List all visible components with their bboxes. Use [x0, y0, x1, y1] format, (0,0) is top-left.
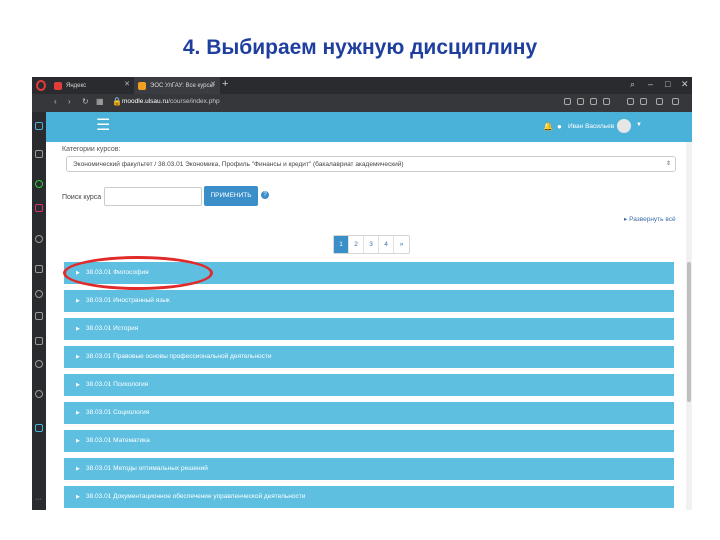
- forward-icon[interactable]: ›: [68, 97, 71, 106]
- vpn-icon[interactable]: [35, 424, 43, 432]
- messages-icon[interactable]: ●: [557, 122, 562, 131]
- course-row[interactable]: ▶ 38.03.01 Документационное обеспечение у…: [64, 486, 674, 508]
- pagination: 1 2 3 4 »: [333, 235, 410, 254]
- expand-all-link[interactable]: ▸ Развернуть всё: [624, 215, 676, 223]
- tab-label: ЭОС УлГАУ: Все курсы: [150, 82, 214, 89]
- search-input[interactable]: [104, 187, 202, 206]
- course-row[interactable]: ▶ 38.03.01 История: [64, 318, 674, 340]
- course-row[interactable]: ▶ 38.03.01 Психология: [64, 374, 674, 396]
- course-title: 38.03.01 Психология: [86, 381, 149, 388]
- course-title: 38.03.01 Правовые основы профессионально…: [86, 353, 272, 360]
- history-icon[interactable]: [35, 290, 43, 298]
- hamburger-menu-icon[interactable]: ☰: [96, 118, 110, 134]
- category-select[interactable]: Экономический факультет / 38.03.01 Эконо…: [66, 156, 676, 172]
- maximize-icon[interactable]: □: [665, 79, 670, 89]
- box-icon[interactable]: [35, 337, 43, 345]
- camera-icon[interactable]: [564, 98, 571, 105]
- favorites-icon[interactable]: [35, 265, 43, 273]
- notifications-icon[interactable]: 🔔: [543, 122, 553, 131]
- expand-icon: ▶: [76, 298, 80, 304]
- apply-button[interactable]: ПРИМЕНИТЬ: [204, 186, 258, 206]
- category-selected-value: Экономический факультет / 38.03.01 Эконо…: [73, 161, 404, 168]
- reload-icon[interactable]: ↻: [82, 97, 89, 106]
- course-title: 38.03.01 Документационное обеспечение уп…: [86, 493, 306, 500]
- expand-icon: ▶: [76, 354, 80, 360]
- menu-icon[interactable]: [672, 98, 679, 105]
- expand-all-label: Развернуть всё: [629, 216, 676, 223]
- tips-icon[interactable]: [35, 390, 43, 398]
- player-icon[interactable]: [35, 235, 43, 243]
- page-link[interactable]: 3: [364, 236, 379, 253]
- avatar[interactable]: [617, 119, 631, 133]
- next-page-link[interactable]: »: [394, 236, 409, 253]
- course-title: 38.03.01 Математика: [86, 437, 150, 444]
- snapshot-icon[interactable]: [627, 98, 634, 105]
- minimize-icon[interactable]: –: [648, 79, 653, 89]
- url-host: moodle.ulsau.ru: [122, 98, 169, 105]
- expand-icon: ▶: [76, 494, 80, 500]
- page-link[interactable]: 1: [334, 236, 349, 253]
- whatsapp-icon[interactable]: [35, 180, 43, 188]
- tab-yandex[interactable]: Яндекс ✕: [50, 77, 134, 94]
- workspace-icon[interactable]: [35, 122, 43, 130]
- settings-icon[interactable]: [35, 360, 43, 368]
- course-row[interactable]: ▶ 38.03.01 Правовые основы профессиональн…: [64, 346, 674, 368]
- browser-screenshot: Яндекс ✕ ЭОС УлГАУ: Все курсы ✕ + ⌕ – □ …: [32, 77, 692, 510]
- site-favicon: [138, 81, 146, 90]
- search-icon[interactable]: ⌕: [630, 79, 635, 90]
- expand-icon: ▶: [76, 466, 80, 472]
- yandex-icon: [54, 81, 62, 90]
- course-row[interactable]: ▶ 38.03.01 Методы оптимальных решений: [64, 458, 674, 480]
- url-field[interactable]: moodle.ulsau.ru/course/index.php: [122, 98, 220, 105]
- address-bar: ‹ › ↻ ▦ 🔒 moodle.ulsau.ru/course/index.p…: [32, 94, 692, 112]
- extensions-icon[interactable]: [640, 98, 647, 105]
- course-title: 38.03.01 История: [86, 325, 139, 332]
- course-title: 38.03.01 Методы оптимальных решений: [86, 465, 208, 472]
- highlight-ellipse: [63, 256, 213, 290]
- expand-icon: ▶: [76, 326, 80, 332]
- slide-title: 4. Выбираем нужную дисциплину: [182, 36, 538, 59]
- new-tab-icon[interactable]: +: [222, 78, 228, 90]
- user-name[interactable]: Иван Васильев: [568, 123, 614, 130]
- url-path: /course/index.php: [168, 98, 220, 105]
- home-icon[interactable]: [35, 150, 43, 158]
- close-tab-icon[interactable]: ✕: [124, 80, 130, 88]
- search-label: Поиск курса: [62, 194, 102, 201]
- lock-icon: 🔒: [112, 97, 122, 106]
- download-icon[interactable]: [656, 98, 663, 105]
- course-row[interactable]: ▶ 38.03.01 Иностранный язык: [64, 290, 674, 312]
- close-window-icon[interactable]: ✕: [681, 79, 689, 90]
- opera-logo-icon[interactable]: [36, 80, 46, 91]
- scrollbar-thumb[interactable]: [687, 262, 691, 402]
- select-arrows-icon: ⇕: [665, 161, 671, 167]
- moodle-page: ☰ 🔔 ● Иван Васильев ▼ Категории курсов: …: [46, 112, 692, 510]
- downloads-icon[interactable]: [35, 312, 43, 320]
- back-icon[interactable]: ‹: [54, 97, 57, 106]
- tab-strip: Яндекс ✕ ЭОС УлГАУ: Все курсы ✕ + ⌕ – □ …: [32, 77, 692, 94]
- adblock-icon[interactable]: [577, 98, 584, 105]
- close-tab-icon[interactable]: ✕: [210, 80, 216, 88]
- categories-label: Категории курсов:: [62, 146, 121, 153]
- course-title: 38.03.01 Социология: [86, 409, 150, 416]
- heart-icon[interactable]: [603, 98, 610, 105]
- help-icon[interactable]: ?: [261, 191, 269, 199]
- instagram-icon[interactable]: [35, 204, 43, 212]
- course-title: 38.03.01 Иностранный язык: [86, 297, 170, 304]
- speed-dial-icon[interactable]: ▦: [96, 97, 104, 106]
- tab-label: Яндекс: [66, 82, 87, 89]
- expand-icon: ▶: [76, 382, 80, 388]
- chevron-down-icon[interactable]: ▼: [636, 122, 642, 128]
- shield-icon[interactable]: [590, 98, 597, 105]
- page-link[interactable]: 2: [349, 236, 364, 253]
- page-link[interactable]: 4: [379, 236, 394, 253]
- course-row[interactable]: ▶ 38.03.01 Математика: [64, 430, 674, 452]
- moodle-navbar: ☰ 🔔 ● Иван Васильев ▼: [46, 112, 692, 142]
- tab-courses[interactable]: ЭОС УлГАУ: Все курсы ✕: [134, 77, 220, 94]
- course-row[interactable]: ▶ 38.03.01 Социология: [64, 402, 674, 424]
- more-icon[interactable]: ···: [35, 496, 43, 505]
- expand-icon: ▶: [76, 410, 80, 416]
- page-scrollbar[interactable]: [686, 142, 692, 510]
- opera-sidebar: ···: [32, 112, 46, 510]
- expand-icon: ▶: [76, 438, 80, 444]
